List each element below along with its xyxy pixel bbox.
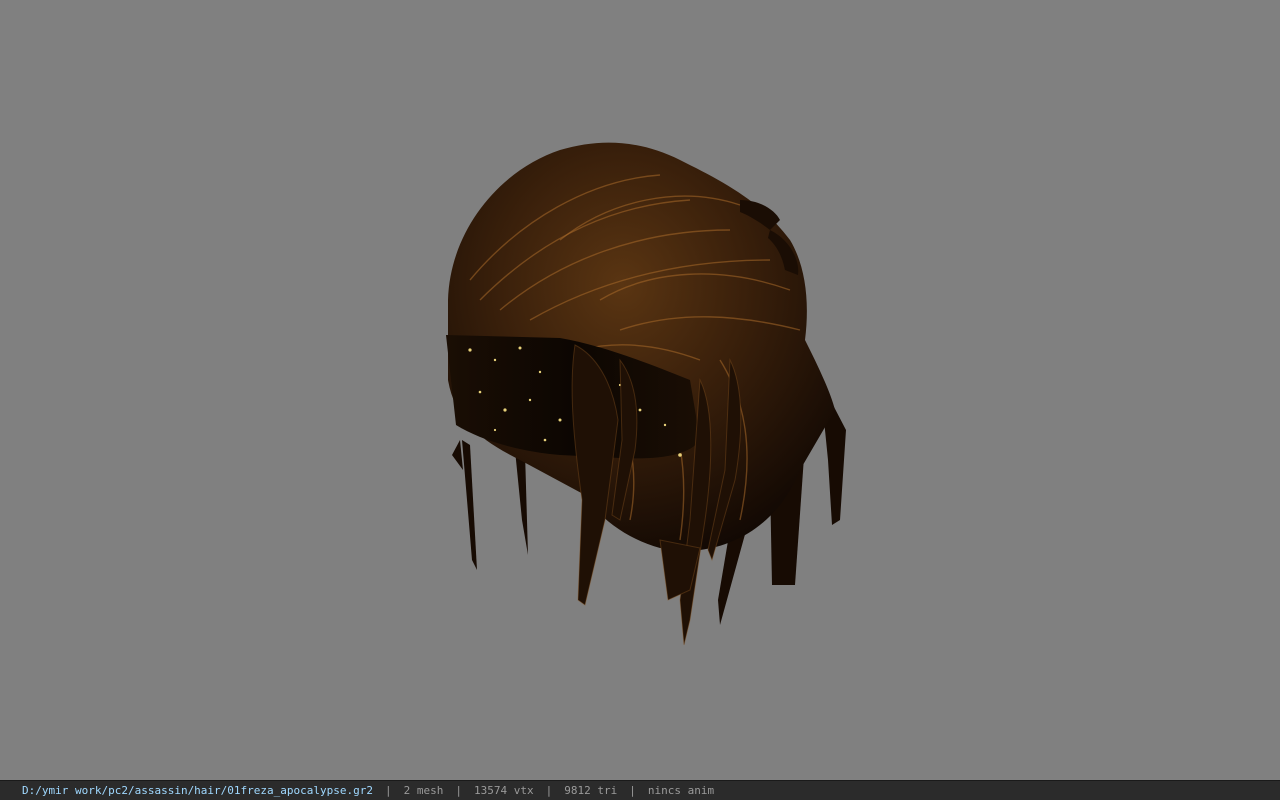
status-separator: | [545,784,553,797]
mesh-count: 2 mesh [403,784,444,797]
hair-model [446,142,846,646]
3d-viewport[interactable] [0,0,1280,780]
status-separator: | [385,784,392,797]
status-separator: | [455,784,462,797]
vertex-count: 13574 vtx [474,784,534,797]
file-path: D:/ymir work/pc2/assassin/hair/01freza_a… [22,784,373,797]
triangle-count: 9812 tri [564,784,618,797]
status-bar: D:/ymir work/pc2/assassin/hair/01freza_a… [0,780,1280,800]
anim-status: nincs anim [647,784,715,797]
status-separator: | [629,784,636,797]
